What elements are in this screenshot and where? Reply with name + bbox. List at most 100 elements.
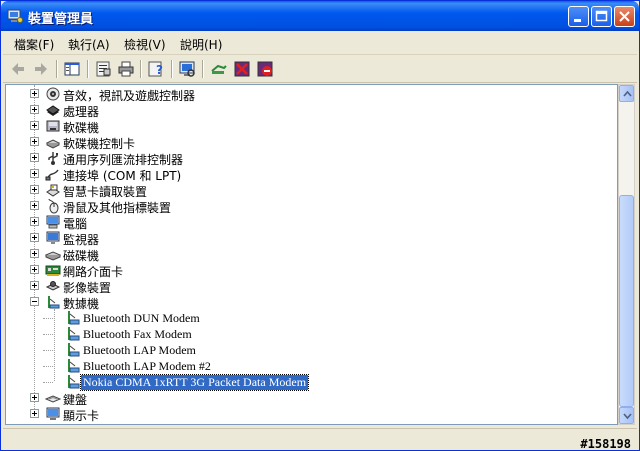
tree-category[interactable]: 磁碟機 xyxy=(6,246,606,263)
tree-category[interactable]: 智慧卡讀取裝置 xyxy=(6,182,606,199)
disable-icon[interactable] xyxy=(255,59,275,79)
print-icon[interactable] xyxy=(116,59,136,79)
expand-button[interactable] xyxy=(30,121,39,130)
scan-hardware-icon[interactable] xyxy=(177,59,197,79)
tree-device[interactable]: Bluetooth LAP Modem xyxy=(6,342,606,358)
show-hide-console-tree-icon[interactable] xyxy=(62,59,82,79)
device-label: Bluetooth Fax Modem xyxy=(83,327,192,341)
floppy-controller-icon xyxy=(45,134,61,150)
back-arrow-icon[interactable] xyxy=(8,59,28,79)
expand-button[interactable] xyxy=(30,233,39,242)
watermark-text: #158198 xyxy=(580,437,631,451)
tree-category[interactable]: 軟碟機控制卡 xyxy=(6,134,606,151)
category-label: 顯示卡 xyxy=(63,409,100,423)
expand-button[interactable] xyxy=(30,153,39,162)
sound-icon xyxy=(45,86,61,102)
expand-button[interactable] xyxy=(30,105,39,114)
modem-device-icon xyxy=(65,326,81,342)
toolbar-separator xyxy=(87,60,89,78)
uninstall-icon[interactable] xyxy=(232,59,252,79)
toolbar-separator xyxy=(202,60,204,78)
tree-category[interactable]: 網路介面卡 xyxy=(6,262,606,279)
expand-button[interactable] xyxy=(30,137,39,146)
floppy-drive-icon xyxy=(45,118,61,134)
tree-connector xyxy=(43,382,53,383)
monitor-icon xyxy=(45,230,61,246)
toolbar-separator xyxy=(140,60,142,78)
vertical-scrollbar[interactable] xyxy=(618,84,635,425)
tree-category[interactable]: 處理器 xyxy=(6,102,606,119)
expand-button[interactable] xyxy=(30,409,39,418)
tree-device[interactable]: Bluetooth DUN Modem xyxy=(6,310,606,326)
expand-button[interactable] xyxy=(30,201,39,210)
menu-file[interactable]: 檔案(F) xyxy=(14,36,54,53)
imaging-icon xyxy=(45,278,61,294)
svg-text:?: ? xyxy=(156,63,163,77)
scroll-thumb[interactable] xyxy=(619,195,634,407)
mouse-icon xyxy=(45,198,61,214)
expand-button[interactable] xyxy=(30,249,39,258)
usb-icon xyxy=(45,150,61,166)
modem-device-icon xyxy=(65,374,81,390)
device-label: Bluetooth DUN Modem xyxy=(83,311,200,325)
tree-device[interactable]: Bluetooth LAP Modem #2 xyxy=(6,358,606,374)
tree-device[interactable]: Bluetooth Fax Modem xyxy=(6,326,606,342)
menu-view[interactable]: 檢視(V) xyxy=(124,36,166,53)
expand-button[interactable] xyxy=(30,281,39,290)
forward-arrow-icon[interactable] xyxy=(31,59,51,79)
maximize-button[interactable] xyxy=(591,6,612,27)
display-adapter-icon xyxy=(45,406,61,422)
expand-button[interactable] xyxy=(30,265,39,274)
device-manager-window: 裝置管理員 檔案(F) 執行(A) 檢視(V) 說明(H) ? 音效，視訊及遊戲… xyxy=(0,0,640,451)
disk-drive-icon xyxy=(44,246,62,262)
scroll-down-button[interactable] xyxy=(619,407,634,424)
properties-icon[interactable] xyxy=(93,59,113,79)
expand-button[interactable] xyxy=(30,393,39,402)
device-label: Bluetooth LAP Modem xyxy=(83,343,196,357)
status-bar: #158198 xyxy=(3,426,637,451)
tree-connector xyxy=(43,350,53,351)
toolbar-separator xyxy=(171,60,173,78)
menu-action[interactable]: 執行(A) xyxy=(68,36,110,53)
tree-connector xyxy=(43,334,53,335)
help-icon[interactable]: ? xyxy=(146,59,166,79)
device-label: Nokia CDMA 1xRTT 3G Packet Data Modem xyxy=(79,374,310,391)
update-driver-icon[interactable] xyxy=(209,59,229,79)
collapse-button[interactable] xyxy=(30,297,39,306)
device-label: Bluetooth LAP Modem #2 xyxy=(83,359,211,373)
close-button[interactable] xyxy=(614,6,635,27)
status-panel xyxy=(3,428,637,448)
port-icon xyxy=(45,166,61,182)
smart-card-icon xyxy=(45,182,61,198)
modem-device-icon xyxy=(65,358,81,374)
tree-category[interactable]: 滑鼠及其他指標裝置 xyxy=(6,198,606,215)
tree-category[interactable]: 通用序列匯流排控制器 xyxy=(6,150,606,167)
expand-button[interactable] xyxy=(30,217,39,226)
tree-device[interactable]: Nokia CDMA 1xRTT 3G Packet Data Modem xyxy=(6,374,606,391)
expand-button[interactable] xyxy=(30,89,39,98)
tree-category[interactable]: 影像裝置 xyxy=(6,278,606,295)
title-bar[interactable]: 裝置管理員 xyxy=(1,1,639,31)
tree-category[interactable]: 軟碟機 xyxy=(6,118,606,135)
toolbar-separator xyxy=(56,60,58,78)
tree-category[interactable]: 監視器 xyxy=(6,230,606,247)
tree-category[interactable]: 顯示卡 xyxy=(6,406,606,423)
tree-category[interactable]: 鍵盤 xyxy=(6,390,606,407)
modem-icon xyxy=(45,294,61,310)
device-tree[interactable]: 音效，視訊及遊戲控制器 處理器 軟碟機 軟碟機控制卡 通用序列匯流排控制器 連接埠 (CO… xyxy=(5,84,618,425)
tree-connector xyxy=(43,318,53,319)
network-adapter-icon xyxy=(45,262,61,278)
minimize-button[interactable] xyxy=(568,6,589,27)
processor-icon xyxy=(45,102,61,118)
tree-category[interactable]: 連接埠 (COM 和 LPT) xyxy=(6,166,606,183)
keyboard-icon xyxy=(44,390,62,406)
tree-category[interactable]: 電腦 xyxy=(6,214,606,231)
computer-icon xyxy=(45,214,61,230)
expand-button[interactable] xyxy=(30,169,39,178)
scroll-up-button[interactable] xyxy=(619,85,634,102)
tree-category[interactable]: 數據機 xyxy=(6,294,606,311)
menu-help[interactable]: 說明(H) xyxy=(180,36,222,53)
expand-button[interactable] xyxy=(30,185,39,194)
tree-category[interactable]: 音效，視訊及遊戲控制器 xyxy=(6,86,606,103)
window-title: 裝置管理員 xyxy=(28,12,94,27)
